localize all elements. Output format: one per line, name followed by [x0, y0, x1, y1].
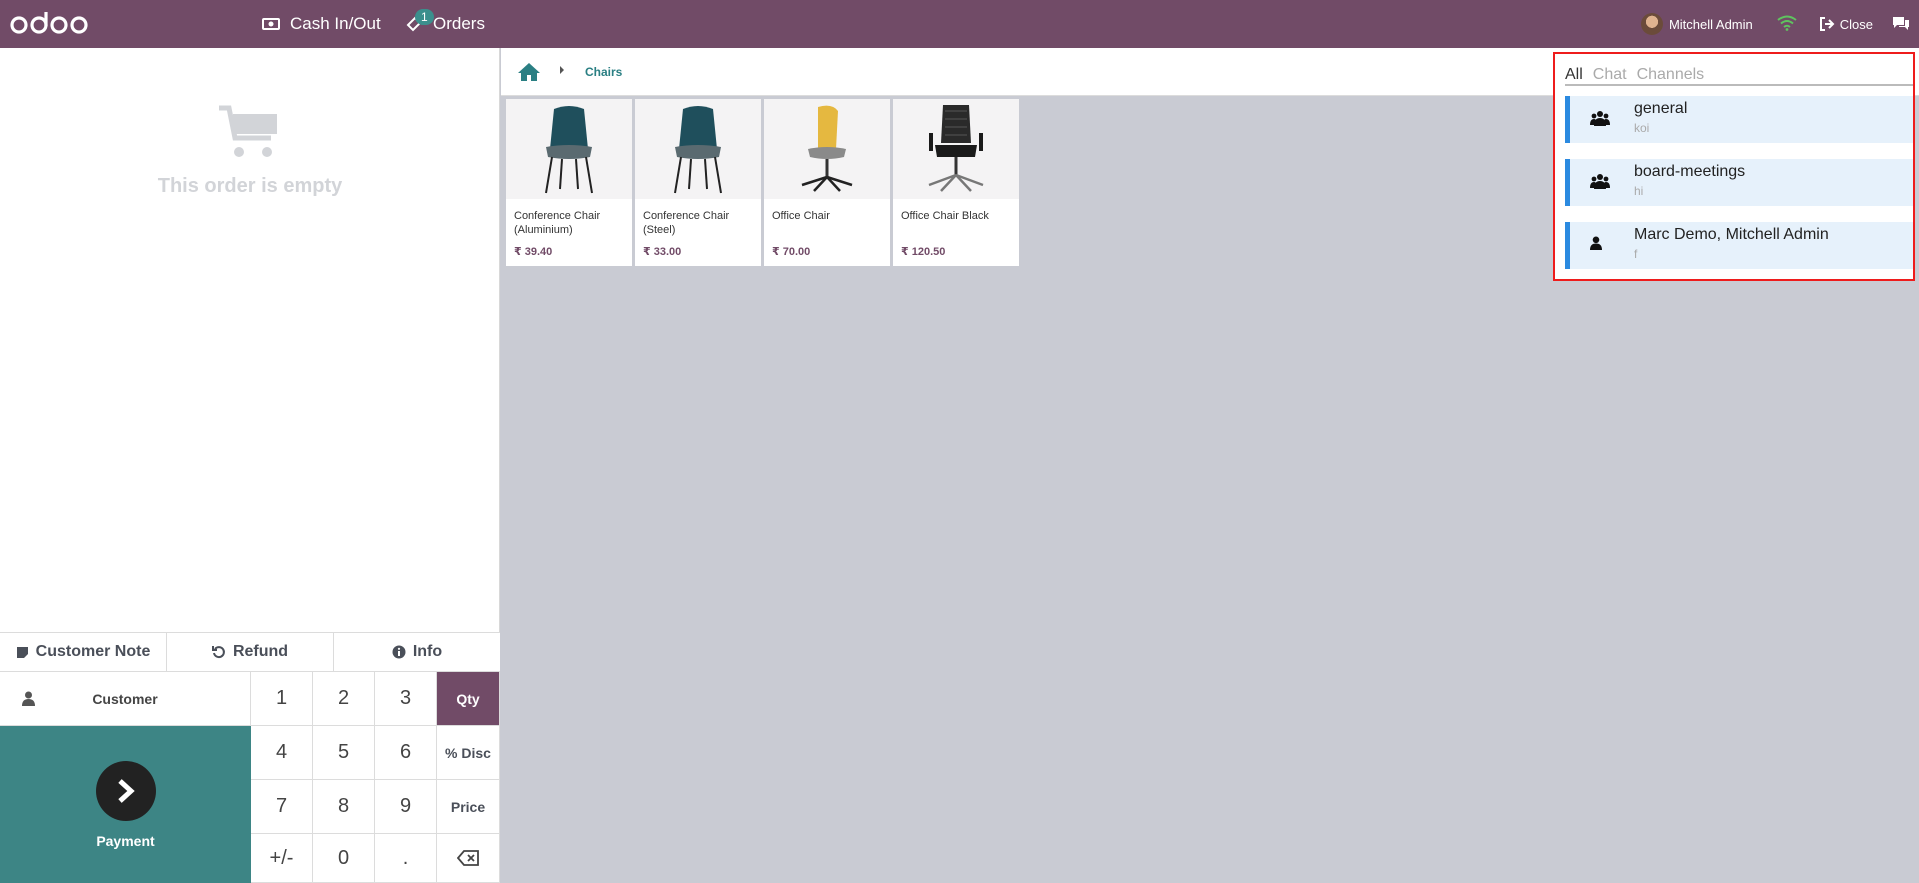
pos-navbar: Cash In/Out 1 Orders Mitchell Admin Clos…	[0, 0, 1919, 48]
orders-count-badge: 1	[415, 9, 434, 25]
undo-icon	[211, 646, 225, 659]
avatar	[1640, 13, 1663, 35]
numpad-key-9[interactable]: 9	[375, 780, 437, 834]
cash-in-out-label: Cash In/Out	[290, 14, 381, 33]
home-icon[interactable]	[517, 62, 541, 82]
customer-note-label: Customer Note	[35, 643, 151, 660]
orders-button[interactable]: 1 Orders	[405, 0, 485, 48]
shopping-cart-icon	[219, 105, 277, 157]
refund-button[interactable]: Refund	[167, 633, 334, 671]
chevron-right-icon	[95, 760, 156, 821]
breadcrumb-category[interactable]: Chairs	[585, 65, 622, 79]
info-button[interactable]: Info	[334, 633, 500, 671]
numpad-key-plus-minus[interactable]: +/-	[251, 834, 313, 883]
product-price: ₹ 120.50	[901, 246, 946, 258]
order-pane: This order is empty Customer Note Refund…	[0, 48, 500, 883]
product-price: ₹ 39.40	[514, 246, 553, 258]
close-button[interactable]: Close	[1819, 17, 1873, 32]
price-mode-button[interactable]: Price	[437, 780, 500, 834]
disc-mode-button[interactable]: % Disc	[437, 726, 500, 780]
teal-chair-icon	[635, 99, 761, 199]
tab-channels[interactable]: Channels	[1637, 66, 1705, 84]
product-card[interactable]: Conference Chair (Steel) ₹ 33.00	[635, 99, 761, 266]
thread-item[interactable]: board-meetings hi	[1565, 159, 1913, 206]
black-office-chair-icon	[893, 99, 1019, 199]
note-icon	[16, 646, 28, 658]
orders-label: Orders	[433, 14, 485, 33]
messaging-icon[interactable]	[1891, 15, 1911, 34]
backspace-icon	[457, 850, 479, 866]
product-card[interactable]: Conference Chair (Aluminium) ₹ 39.40	[506, 99, 632, 266]
customer-label: Customer	[92, 690, 158, 707]
info-icon	[392, 645, 406, 659]
product-name: Conference Chair (Aluminium)	[514, 210, 601, 236]
yellow-office-chair-icon	[764, 99, 890, 199]
product-card[interactable]: Office Chair ₹ 70.00	[764, 99, 890, 266]
thread-preview: hi	[1634, 184, 1644, 198]
product-card[interactable]: Office Chair Black ₹ 120.50	[893, 99, 1019, 266]
thread-name: board-meetings	[1634, 163, 1746, 180]
thread-name: Marc Demo, Mitchell Admin	[1634, 226, 1829, 243]
refund-label: Refund	[232, 643, 289, 660]
thread-item[interactable]: general koi	[1565, 96, 1913, 143]
cashier-name: Mitchell Admin	[1668, 16, 1753, 32]
group-icon	[1590, 173, 1610, 194]
cashier-button[interactable]: Mitchell Admin	[1640, 13, 1753, 35]
cash-in-out-button[interactable]: Cash In/Out	[262, 0, 381, 48]
numpad-key-0[interactable]: 0	[313, 834, 375, 883]
product-price: ₹ 33.00	[643, 246, 682, 258]
empty-order: This order is empty	[0, 104, 500, 198]
chevron-right-icon	[559, 66, 565, 77]
sign-out-icon	[1819, 17, 1835, 31]
numpad-key-7[interactable]: 7	[251, 780, 313, 834]
numpad: 1 2 3 Qty 4 5 6 % Disc 7 8 9 Price +/- 0…	[251, 672, 500, 883]
product-name: Office Chair Black	[901, 210, 989, 222]
info-label: Info	[412, 643, 443, 660]
user-icon	[1590, 236, 1602, 255]
user-icon	[0, 691, 56, 706]
numpad-key-2[interactable]: 2	[313, 672, 375, 726]
numpad-key-8[interactable]: 8	[313, 780, 375, 834]
thread-preview: koi	[1634, 121, 1650, 135]
tab-chat[interactable]: Chat	[1593, 66, 1627, 84]
customer-button[interactable]: Customer	[0, 672, 251, 726]
payment-label: Payment	[96, 832, 155, 849]
customer-note-button[interactable]: Customer Note	[0, 633, 167, 671]
messaging-menu: All Chat Channels general koi board-meet…	[1553, 52, 1915, 281]
numpad-key-dot[interactable]: .	[375, 834, 437, 883]
qty-mode-button[interactable]: Qty	[437, 672, 500, 726]
teal-chair-icon	[506, 99, 632, 199]
thread-item[interactable]: Marc Demo, Mitchell Admin f	[1565, 222, 1913, 269]
tab-all[interactable]: All	[1565, 66, 1583, 84]
numpad-key-6[interactable]: 6	[375, 726, 437, 780]
numpad-key-5[interactable]: 5	[313, 726, 375, 780]
group-icon	[1590, 110, 1610, 131]
empty-order-text: This order is empty	[157, 175, 343, 197]
close-label: Close	[1839, 16, 1873, 32]
numpad-key-4[interactable]: 4	[251, 726, 313, 780]
money-icon	[262, 18, 280, 30]
payment-button[interactable]: Payment	[0, 726, 251, 883]
product-list: Conference Chair (Aluminium) ₹ 39.40 Con…	[506, 99, 1019, 266]
product-price: ₹ 70.00	[772, 246, 811, 258]
numpad-key-1[interactable]: 1	[251, 672, 313, 726]
messaging-tabs: All Chat Channels	[1565, 66, 1913, 86]
wifi-icon[interactable]	[1777, 15, 1797, 34]
thread-name: general	[1634, 100, 1688, 117]
thread-preview: f	[1634, 247, 1638, 261]
numpad-key-3[interactable]: 3	[375, 672, 437, 726]
control-buttons: Customer Note Refund Info	[0, 632, 500, 672]
product-name: Office Chair	[772, 210, 830, 222]
odoo-logo[interactable]	[10, 10, 90, 38]
product-name: Conference Chair (Steel)	[643, 210, 730, 236]
backspace-button[interactable]	[437, 834, 500, 883]
